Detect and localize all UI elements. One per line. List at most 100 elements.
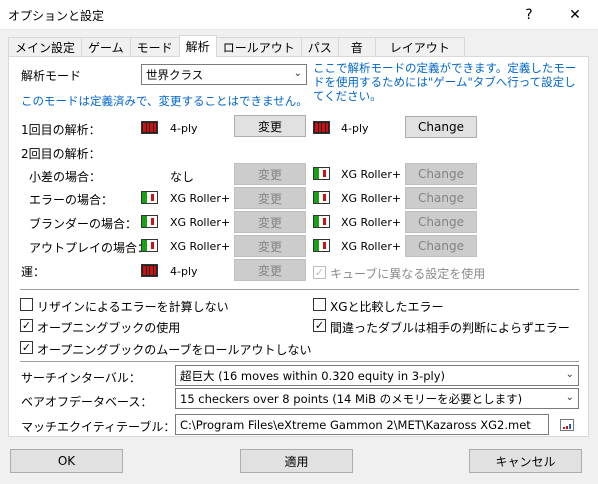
button-label: Change: [418, 120, 464, 134]
button-label: Change: [418, 215, 464, 229]
close-case-change-button[interactable]: 変更: [234, 163, 306, 185]
tab-label: ゲーム: [88, 41, 124, 55]
close-case-cube-value: XG Roller+: [341, 168, 402, 181]
tab-label: パス: [307, 41, 332, 55]
xg-roller-icon: [313, 215, 330, 228]
button-label: 変更: [257, 167, 282, 182]
luck-change-button[interactable]: 変更: [234, 259, 306, 281]
button-label: キャンセル: [495, 454, 556, 469]
wrong-double-label: 間違ったダブルは相手の判断によらずエラー: [330, 321, 570, 335]
resign-error-checkbox[interactable]: [20, 298, 33, 311]
error-case-cube-change-button[interactable]: Change: [405, 187, 477, 209]
bearoff-db-label: ベアオフデータベース：: [21, 395, 153, 409]
no-rollout-opening-checkbox[interactable]: ✓: [20, 341, 33, 354]
first-analysis-cube-value: 4-ply: [341, 122, 369, 135]
close-button[interactable]: ✕: [552, 0, 598, 30]
tab-label: レイアウト: [389, 41, 450, 55]
help-button[interactable]: ?: [506, 0, 552, 30]
button-label: 変更: [257, 215, 282, 230]
first-analysis-cube-change-button[interactable]: Change: [405, 116, 477, 138]
chevron-down-icon: ⌄: [293, 68, 302, 79]
close-case-label: 小差の場合：: [29, 170, 102, 184]
first-analysis-checker-value: 4-ply: [170, 122, 198, 135]
tab-analysis[interactable]: 解析: [178, 35, 217, 57]
tab-label: メイン設定: [15, 41, 76, 55]
no-rollout-opening-label: オープニングブックのムーブをロールアウトしない: [37, 343, 312, 357]
divider: [20, 361, 579, 362]
bearoff-db-select[interactable]: 15 checkers over 8 points (14 MiB のメモリーを…: [175, 388, 579, 409]
tab-mode[interactable]: モード: [129, 37, 180, 57]
button-label: 変更: [257, 191, 282, 206]
tab-label: 音: [350, 41, 363, 55]
analysis-mode-select[interactable]: 世界クラス ⌄: [141, 64, 307, 85]
tab-strip: メイン設定 ゲーム モード 解析 ロールアウト パス 音 レイアウト: [8, 35, 465, 57]
ok-button[interactable]: OK: [10, 449, 123, 473]
xg-roller-icon: [313, 239, 330, 252]
blunder-case-cube-change-button[interactable]: Change: [405, 211, 477, 233]
cancel-button[interactable]: キャンセル: [469, 449, 582, 473]
match-equity-label: マッチエクイティテーブル：: [21, 420, 176, 434]
analysis-mode-hint: ここで解析モードの定義ができます。定義したモードを使用するためには"ゲーム"タブ…: [313, 61, 577, 103]
resign-error-label: リザインによるエラーを計算しない: [37, 300, 229, 314]
window-title: オプションと設定: [8, 9, 105, 23]
chevron-down-icon: ⌄: [565, 392, 574, 403]
met-chart-button[interactable]: [556, 414, 578, 435]
button-label: Change: [418, 191, 464, 205]
apply-button[interactable]: 適用: [240, 449, 353, 473]
xg-roller-icon: [141, 239, 158, 252]
error-case-change-button[interactable]: 変更: [234, 187, 306, 209]
first-analysis-change-button[interactable]: 変更: [234, 115, 306, 137]
tab-sound[interactable]: 音: [337, 37, 376, 57]
xg-roller-icon: [313, 191, 330, 204]
xg-roller-icon: [313, 167, 330, 180]
luck-cube-checkbox[interactable]: ✓: [313, 266, 326, 279]
xg-compare-error-checkbox[interactable]: [313, 298, 326, 311]
first-analysis-label: 1回目の解析：: [21, 123, 101, 137]
luck-value: 4-ply: [170, 265, 198, 278]
analysis-mode-value: 世界クラス: [146, 67, 204, 82]
outplay-case-label: アウトプレイの場合：: [29, 241, 150, 255]
divider: [20, 289, 579, 290]
analysis-mode-note: このモードは定義済みで、変更することはできません。: [21, 94, 308, 108]
button-label: 変更: [257, 263, 282, 278]
close-icon: ✕: [569, 7, 581, 23]
xg-roller-icon: [141, 191, 158, 204]
blunder-case-checker-value: XG Roller+: [170, 216, 231, 229]
chevron-down-icon: ⌄: [565, 369, 574, 380]
chart-icon: [560, 418, 574, 431]
button-label: Change: [418, 167, 464, 181]
wrong-double-checkbox[interactable]: ✓: [313, 319, 326, 332]
search-interval-value: 超巨大 (16 moves within 0.320 equity in 3-p…: [180, 368, 446, 383]
button-label: OK: [57, 454, 76, 468]
tab-paths[interactable]: パス: [300, 37, 339, 57]
outplay-case-change-button[interactable]: 変更: [234, 235, 306, 257]
error-case-checker-value: XG Roller+: [170, 192, 231, 205]
error-case-label: エラーの場合：: [29, 193, 114, 207]
outplay-case-cube-value: XG Roller+: [341, 240, 402, 253]
button-label: 変更: [257, 119, 282, 134]
luck-cube-checkbox-label: キューブに異なる設定を使用: [330, 267, 486, 281]
analysis-mode-label: 解析モード: [21, 69, 82, 83]
search-interval-select[interactable]: 超巨大 (16 moves within 0.320 equity in 3-p…: [175, 365, 579, 386]
second-analysis-label: 2回目の解析：: [21, 147, 101, 161]
close-case-checker-value: なし: [170, 170, 195, 184]
tab-rollout[interactable]: ロールアウト: [215, 37, 302, 57]
blunder-case-label: ブランダーの場合：: [29, 217, 138, 231]
tab-label: モード: [136, 41, 173, 55]
luck-label: 運：: [21, 265, 46, 279]
match-equity-field[interactable]: C:\Program Files\eXtreme Gammon 2\MET\Ka…: [175, 414, 549, 435]
blunder-case-cube-value: XG Roller+: [341, 216, 402, 229]
close-case-cube-change-button[interactable]: Change: [405, 163, 477, 185]
tab-main-settings[interactable]: メイン設定: [8, 37, 83, 57]
button-label: 変更: [257, 239, 282, 254]
tab-game[interactable]: ゲーム: [81, 37, 131, 57]
error-case-cube-value: XG Roller+: [341, 192, 402, 205]
blunder-case-change-button[interactable]: 変更: [234, 211, 306, 233]
outplay-case-cube-change-button[interactable]: Change: [405, 235, 477, 257]
opening-book-label: オープニングブックの使用: [37, 321, 181, 335]
button-label: 適用: [284, 454, 309, 469]
tab-label: 解析: [185, 40, 210, 54]
match-equity-value: C:\Program Files\eXtreme Gammon 2\MET\Ka…: [180, 417, 531, 432]
tab-layout[interactable]: レイアウト: [374, 37, 465, 57]
opening-book-checkbox[interactable]: ✓: [20, 319, 33, 332]
